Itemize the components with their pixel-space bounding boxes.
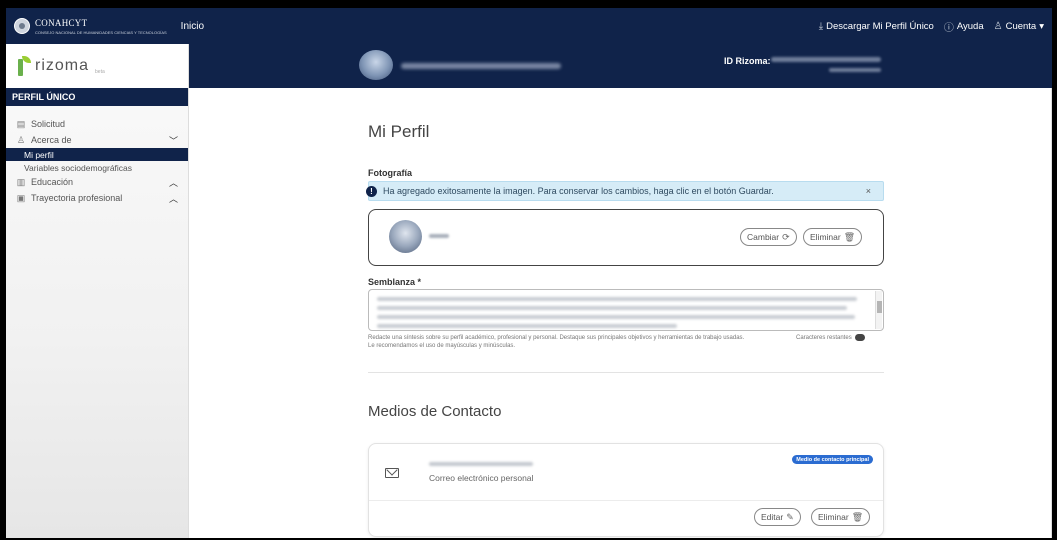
download-icon: ⤓: [818, 20, 824, 32]
page-title: Mi Perfil: [368, 122, 430, 141]
id-rizoma-label: ID Rizoma:: [724, 56, 771, 66]
section-divider: [368, 372, 884, 373]
book-icon: ▥: [16, 176, 26, 187]
sidebar-item-solicitud[interactable]: ▤ Solicitud: [6, 116, 188, 132]
contact-card: Correo electrónico personal Medio de con…: [368, 443, 884, 537]
sidebar-header: PERFIL ÚNICO: [6, 88, 188, 106]
success-alert: ! Ha agregado exitosamente la imagen. Pa…: [366, 181, 884, 201]
profile-photo: [389, 220, 422, 253]
sidebar-item-educacion[interactable]: ▥ Educación ︿: [6, 174, 188, 190]
contact-section-title: Medios de Contacto: [368, 403, 502, 420]
bio-text-line: [377, 324, 677, 328]
close-icon[interactable]: ×: [866, 186, 871, 196]
photo-card: Cambiar ⟳ Eliminar 🗑: [368, 209, 884, 266]
conahcyt-logo[interactable]: CONAHCYT CONSEJO NACIONAL DE HUMANIDADES…: [14, 18, 167, 35]
delete-photo-button[interactable]: Eliminar 🗑: [803, 228, 863, 246]
bio-text-line: [377, 297, 857, 301]
refresh-icon: ⟳: [782, 231, 790, 242]
bio-text-line: [377, 306, 847, 310]
bio-textarea[interactable]: [368, 289, 884, 331]
change-photo-label: Cambiar: [747, 232, 780, 242]
user-name-redacted: [401, 63, 561, 69]
envelope-icon: [385, 468, 399, 478]
delete-contact-button[interactable]: Eliminar 🗑: [811, 508, 871, 526]
chevron-down-icon: ﹀: [168, 135, 178, 146]
rizoma-logo-sub: beta: [95, 69, 105, 75]
seal-icon: [14, 18, 30, 34]
trash-icon: 🗑: [843, 231, 856, 242]
textarea-scrollbar[interactable]: [875, 291, 882, 329]
sidebar-subitem-mi-perfil[interactable]: Mi perfil: [6, 148, 188, 161]
primary-contact-badge: Medio de contacto principal: [792, 455, 873, 464]
edit-contact-label: Editar: [761, 512, 784, 522]
contact-email-redacted: [429, 462, 533, 466]
contact-type: Correo electrónico personal: [429, 473, 534, 483]
sidebar-item-label: Educación: [31, 177, 74, 187]
document-icon: ▤: [16, 118, 26, 129]
sidebar-subitem-variables[interactable]: Variables sociodemográficas: [6, 161, 188, 174]
rizoma-logo[interactable]: rizoma beta: [6, 44, 188, 88]
caret-down-icon: ▾: [1039, 20, 1044, 32]
delete-contact-label: Eliminar: [818, 512, 849, 522]
char-counter-badge: [854, 334, 865, 341]
sidebar-item-label: Acerca de: [31, 135, 72, 145]
nav-home-link[interactable]: Inicio: [181, 21, 204, 32]
profile-banner: ID Rizoma:: [189, 44, 1052, 88]
help-icon: ⓘ: [943, 22, 954, 34]
main-content: Mi Perfil Fotografía ! Ha agregado exito…: [189, 88, 1052, 538]
photo-section-label: Fotografía: [368, 168, 412, 178]
sidebar-item-label: Solicitud: [31, 119, 66, 129]
chevron-up-icon: ︿: [168, 193, 178, 204]
edit-contact-button[interactable]: Editar ✎: [754, 508, 801, 526]
top-navbar: CONAHCYT CONSEJO NACIONAL DE HUMANIDADES…: [6, 8, 1052, 44]
trash-icon: 🗑: [851, 511, 864, 522]
avatar: [359, 50, 393, 80]
download-profile-link[interactable]: ⤓ Descargar Mi Perfil Único: [819, 21, 934, 32]
briefcase-icon: ▣: [16, 192, 26, 203]
account-label: Cuenta: [1005, 20, 1037, 32]
sidebar-item-trayectoria[interactable]: ▣ Trayectoria profesional ︿: [6, 190, 188, 206]
brand-subtitle: CONSEJO NACIONAL DE HUMANIDADES CIENCIAS…: [35, 29, 167, 35]
help-link[interactable]: ⓘ Ayuda: [944, 19, 984, 34]
brand-name: CONAHCYT: [35, 17, 88, 28]
card-divider: [369, 500, 883, 501]
photo-filename-redacted: [429, 234, 449, 238]
chevron-up-icon: ︿: [168, 177, 178, 188]
info-icon: !: [366, 186, 377, 197]
scrollbar-thumb[interactable]: [877, 301, 882, 313]
sidebar: rizoma beta PERFIL ÚNICO ▤ Solicitud ♙ A…: [6, 44, 189, 538]
bio-helper-text: Redacte una síntesis sobre su perfil aca…: [368, 335, 745, 349]
app-window: CONAHCYT CONSEJO NACIONAL DE HUMANIDADES…: [6, 8, 1052, 538]
sidebar-item-label: Trayectoria profesional: [31, 193, 123, 203]
download-profile-label: Descargar Mi Perfil Único: [826, 20, 934, 32]
person-icon: ♙: [16, 134, 26, 145]
bio-text-line: [377, 315, 855, 319]
change-photo-button[interactable]: Cambiar ⟳: [740, 228, 797, 246]
pencil-icon: ✎: [786, 511, 794, 522]
user-email-redacted: [771, 57, 881, 62]
help-label: Ayuda: [956, 20, 984, 32]
scrollbar-track[interactable]: [1051, 88, 1052, 538]
rizoma-logo-icon: [18, 56, 31, 76]
char-counter-label: Caracteres restantes: [796, 334, 852, 341]
alert-message: Ha agregado exitosamente la imagen. Para…: [383, 186, 774, 196]
bio-label: Semblanza *: [368, 277, 422, 287]
user-icon: ♙: [993, 20, 1003, 32]
sidebar-item-acerca-de[interactable]: ♙ Acerca de ﹀: [6, 132, 188, 148]
char-counter: Caracteres restantes: [796, 334, 865, 341]
user-id-redacted: [829, 68, 881, 72]
account-menu[interactable]: ♙ Cuenta ▾: [994, 21, 1044, 32]
delete-photo-label: Eliminar: [810, 232, 841, 242]
rizoma-logo-text: rizoma: [35, 57, 90, 74]
